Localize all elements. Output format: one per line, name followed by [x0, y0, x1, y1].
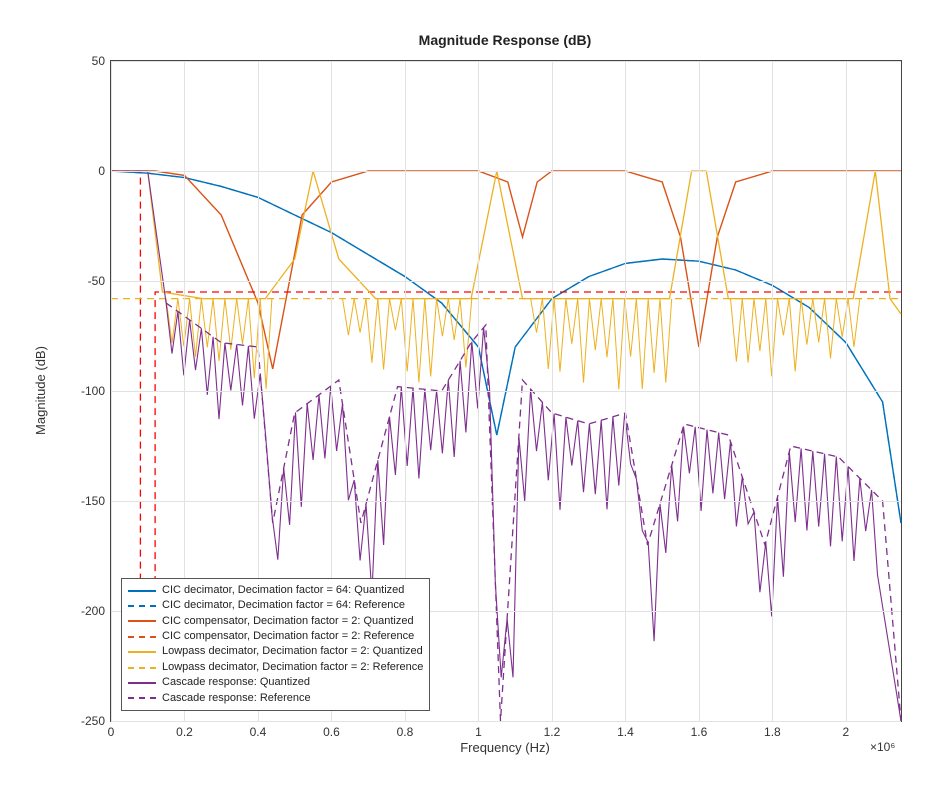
legend-label: Lowpass decimator, Decimation factor = 2… — [162, 660, 423, 675]
legend-item[interactable]: CIC compensator, Decimation factor = 2: … — [128, 629, 423, 644]
legend-item[interactable]: CIC decimator, Decimation factor = 64: Q… — [128, 583, 423, 598]
legend-swatch — [128, 682, 156, 684]
legend-swatch — [128, 620, 156, 622]
legend-swatch — [128, 667, 156, 669]
legend-swatch — [128, 590, 156, 592]
legend-swatch — [128, 697, 156, 699]
x-tick-label: 0.2 — [176, 725, 193, 739]
legend-item[interactable]: CIC compensator, Decimation factor = 2: … — [128, 614, 423, 629]
legend-label: CIC decimator, Decimation factor = 64: Q… — [162, 583, 404, 598]
y-tick-label: 0 — [98, 164, 105, 178]
x-tick-label: 1 — [475, 725, 482, 739]
legend-item[interactable]: CIC decimator, Decimation factor = 64: R… — [128, 598, 423, 613]
x-tick-label: 0 — [108, 725, 115, 739]
x-axis-label: Frequency (Hz) — [110, 740, 900, 755]
chart-axes[interactable]: 00.20.40.60.811.21.41.61.82-250-200-150-… — [110, 60, 902, 722]
legend-label: Cascade response: Quantized — [162, 675, 310, 690]
x-tick-label: 1.4 — [617, 725, 634, 739]
legend-label: Lowpass decimator, Decimation factor = 2… — [162, 644, 423, 659]
figure: Magnitude Response (dB) Magnitude (dB) 0… — [0, 0, 948, 800]
x-tick-label: 1.6 — [691, 725, 708, 739]
x-tick-label: 1.2 — [544, 725, 561, 739]
legend-swatch — [128, 636, 156, 638]
y-tick-label: -200 — [81, 604, 105, 618]
x-axis-exponent: ×10⁶ — [870, 740, 895, 754]
legend-label: CIC compensator, Decimation factor = 2: … — [162, 629, 414, 644]
y-tick-label: -50 — [88, 274, 105, 288]
legend-label: Cascade response: Reference — [162, 691, 311, 706]
chart-title: Magnitude Response (dB) — [110, 32, 900, 48]
legend-swatch — [128, 651, 156, 653]
y-tick-label: -150 — [81, 494, 105, 508]
x-tick-label: 0.4 — [250, 725, 267, 739]
x-tick-label: 2 — [843, 725, 850, 739]
x-tick-label: 0.8 — [397, 725, 414, 739]
legend[interactable]: CIC decimator, Decimation factor = 64: Q… — [121, 578, 430, 711]
legend-item[interactable]: Cascade response: Quantized — [128, 675, 423, 690]
legend-item[interactable]: Lowpass decimator, Decimation factor = 2… — [128, 660, 423, 675]
legend-swatch — [128, 605, 156, 607]
x-tick-label: 0.6 — [323, 725, 340, 739]
y-tick-label: -250 — [81, 714, 105, 728]
legend-item[interactable]: Lowpass decimator, Decimation factor = 2… — [128, 644, 423, 659]
y-axis-label: Magnitude (dB) — [30, 60, 50, 720]
legend-item[interactable]: Cascade response: Reference — [128, 691, 423, 706]
y-tick-label: 50 — [92, 54, 105, 68]
legend-label: CIC compensator, Decimation factor = 2: … — [162, 614, 414, 629]
y-tick-label: -100 — [81, 384, 105, 398]
x-tick-label: 1.8 — [764, 725, 781, 739]
legend-label: CIC decimator, Decimation factor = 64: R… — [162, 598, 405, 613]
